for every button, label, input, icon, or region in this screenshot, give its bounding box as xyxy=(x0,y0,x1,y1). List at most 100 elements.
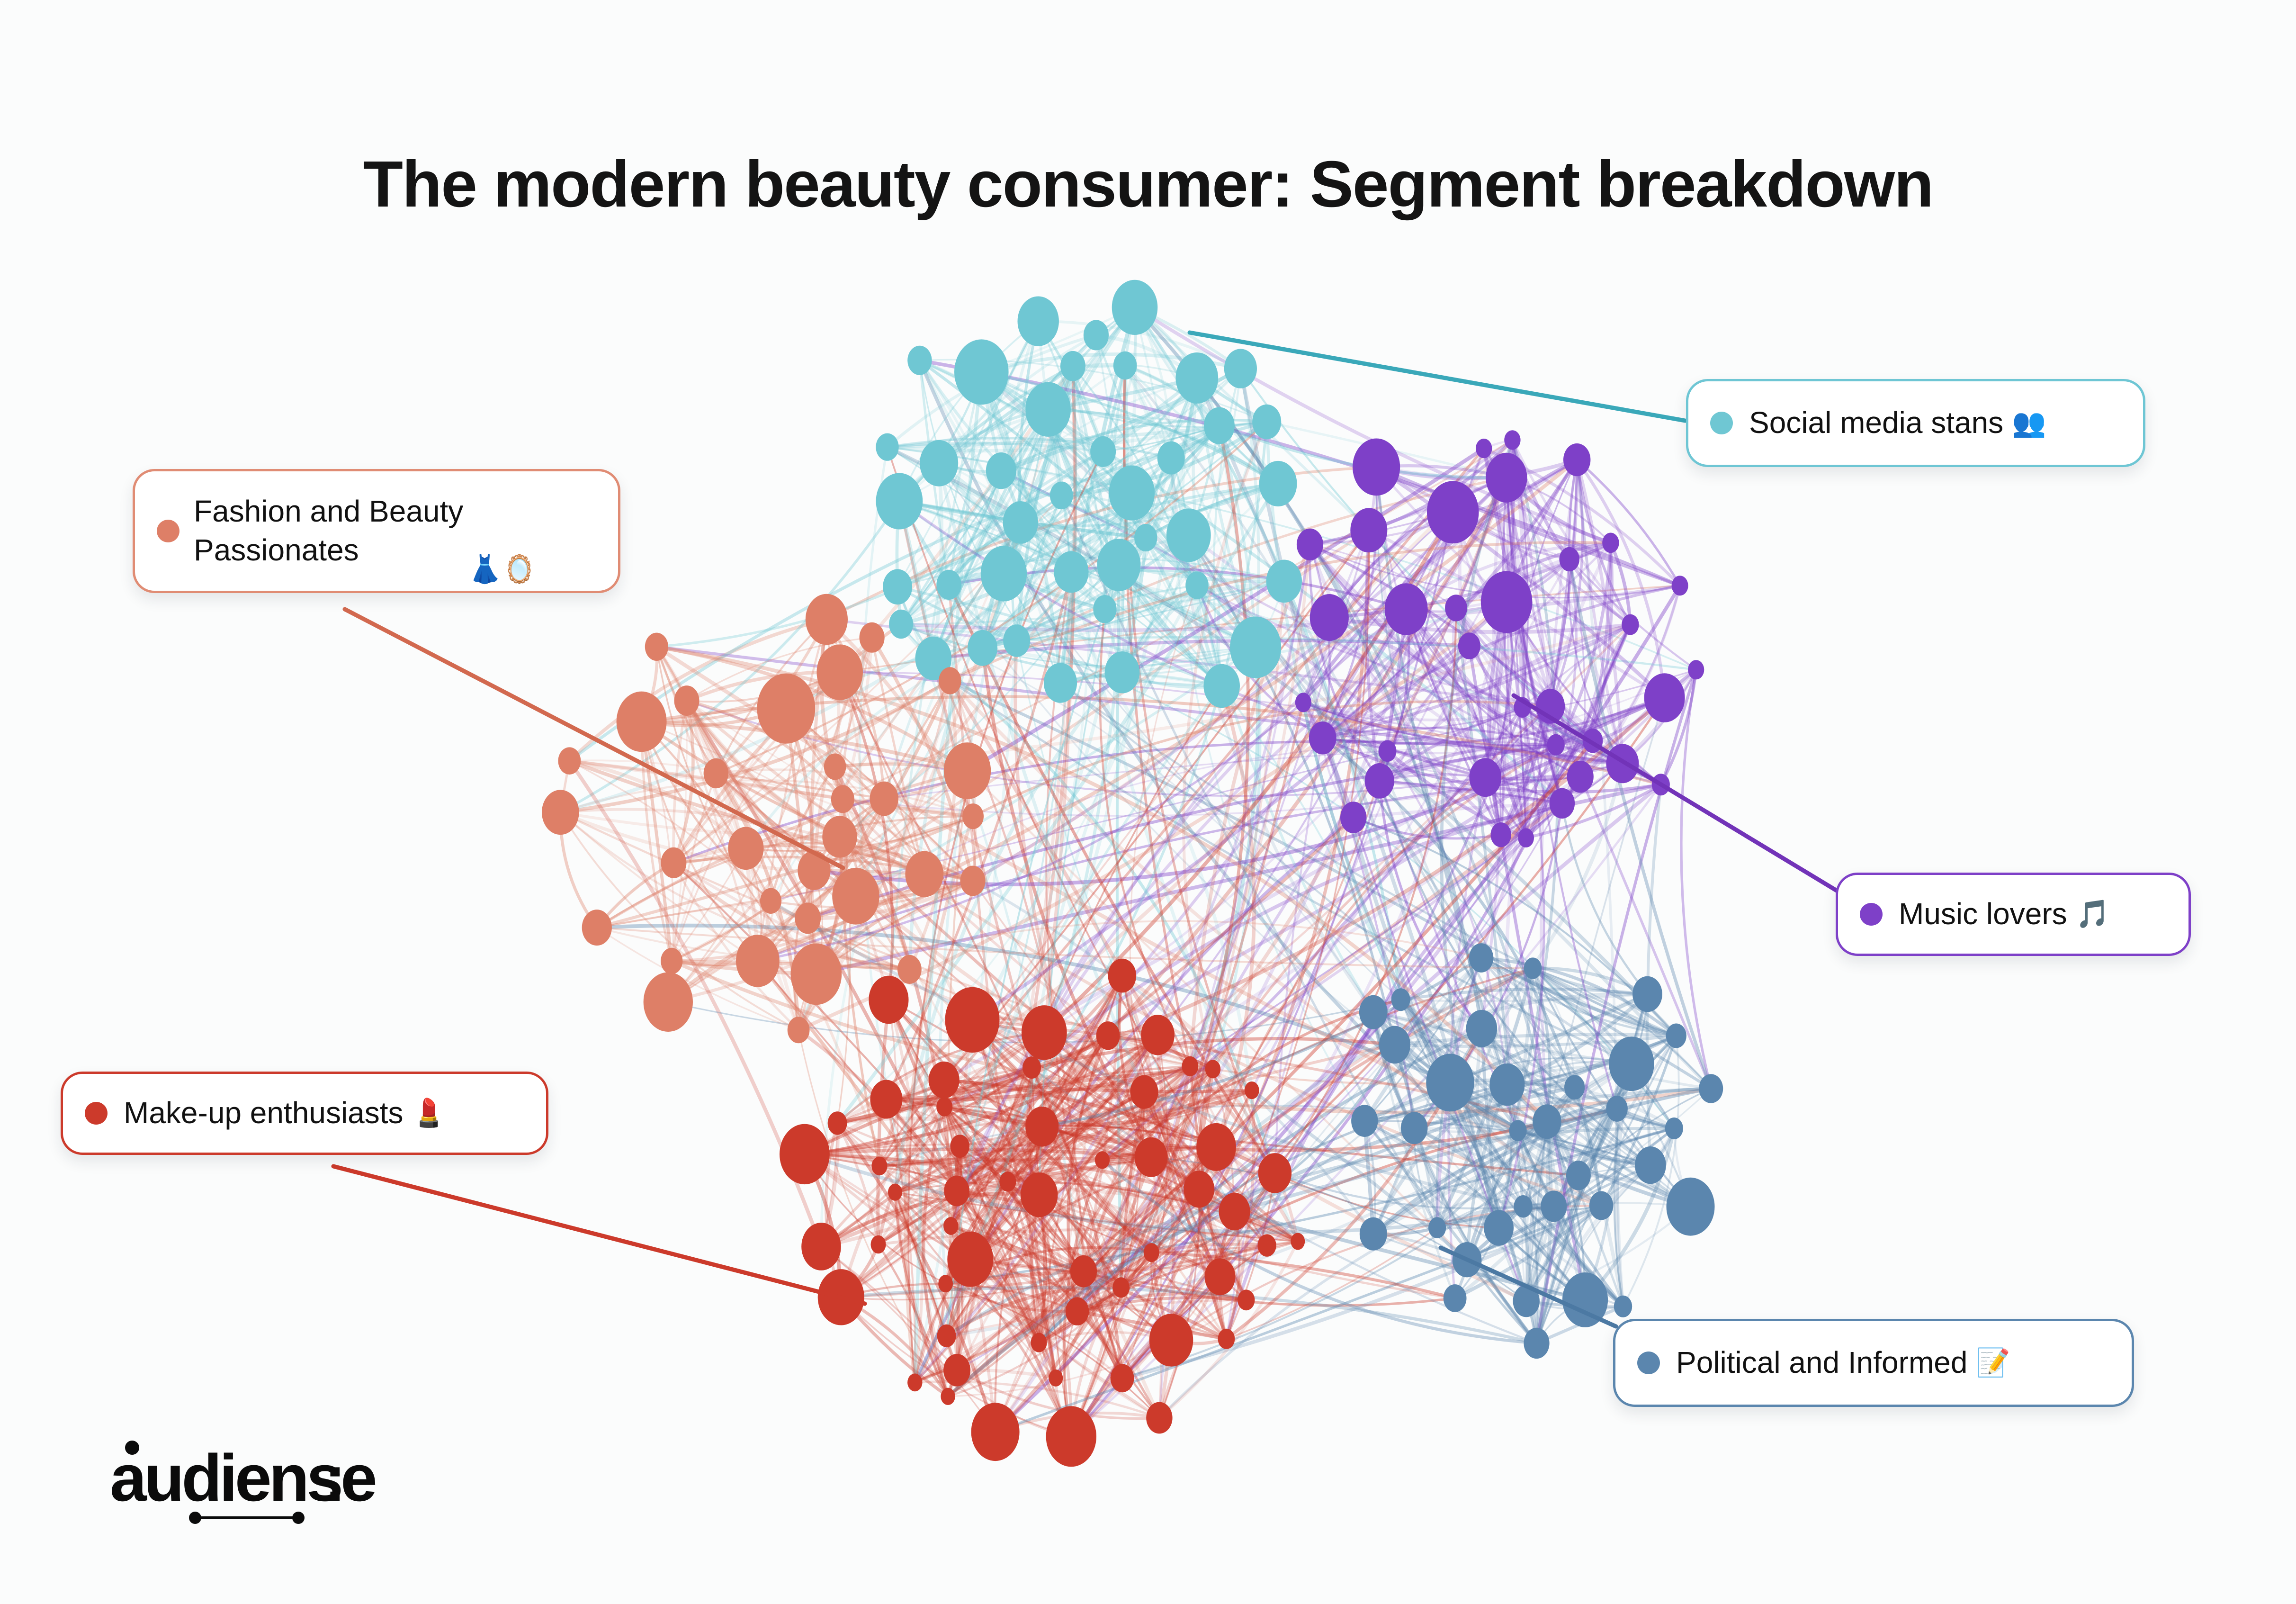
graph-node[interactable] xyxy=(971,1403,1020,1461)
graph-node[interactable] xyxy=(876,473,923,530)
graph-node[interactable] xyxy=(907,1373,923,1392)
graph-node[interactable] xyxy=(645,632,668,661)
graph-node[interactable] xyxy=(1203,407,1235,444)
graph-node[interactable] xyxy=(1378,740,1397,762)
graph-node[interactable] xyxy=(968,630,998,666)
graph-node[interactable] xyxy=(1022,1056,1041,1079)
graph-node[interactable] xyxy=(1632,976,1662,1012)
graph-node[interactable] xyxy=(1113,351,1137,380)
graph-node[interactable] xyxy=(1166,508,1211,562)
graph-node[interactable] xyxy=(1445,595,1467,622)
graph-node[interactable] xyxy=(1043,663,1077,703)
graph-node[interactable] xyxy=(1426,481,1479,544)
graph-node[interactable] xyxy=(1046,1406,1096,1467)
graph-node[interactable] xyxy=(1666,1023,1686,1048)
graph-node[interactable] xyxy=(1469,758,1502,797)
graph-node[interactable] xyxy=(1203,664,1240,708)
graph-node[interactable] xyxy=(876,433,899,461)
graph-node[interactable] xyxy=(1259,460,1297,507)
graph-node[interactable] xyxy=(1379,1026,1411,1064)
graph-node[interactable] xyxy=(1359,995,1388,1029)
graph-node[interactable] xyxy=(1309,721,1336,755)
graph-node[interactable] xyxy=(905,851,943,897)
graph-node[interactable] xyxy=(907,345,932,375)
graph-node[interactable] xyxy=(805,594,848,645)
graph-node[interactable] xyxy=(1070,1255,1097,1288)
graph-node[interactable] xyxy=(1112,279,1158,335)
graph-node[interactable] xyxy=(1031,1333,1047,1352)
graph-node[interactable] xyxy=(986,452,1016,489)
graph-node[interactable] xyxy=(1185,571,1209,599)
graph-node[interactable] xyxy=(1489,1063,1525,1106)
graph-node[interactable] xyxy=(1258,1153,1292,1193)
graph-node[interactable] xyxy=(790,943,842,1005)
graph-node[interactable] xyxy=(1484,1210,1514,1246)
graph-node[interactable] xyxy=(1230,616,1282,678)
graph-node[interactable] xyxy=(1112,1277,1130,1298)
graph-node[interactable] xyxy=(1635,1146,1666,1184)
graph-node[interactable] xyxy=(582,910,612,946)
graph-node[interactable] xyxy=(1452,1242,1482,1278)
graph-node[interactable] xyxy=(943,1217,959,1235)
graph-node[interactable] xyxy=(1252,404,1282,440)
legend-callout-make-up-enthusiasts[interactable]: Make-up enthusiasts 💄 xyxy=(61,1072,548,1155)
graph-node[interactable] xyxy=(1296,528,1323,561)
graph-node[interactable] xyxy=(1359,1217,1387,1251)
graph-node[interactable] xyxy=(939,667,961,694)
graph-node[interactable] xyxy=(936,1097,953,1117)
graph-node[interactable] xyxy=(822,816,857,858)
legend-callout-social-media-stans[interactable]: Social media stans 👥 xyxy=(1686,379,2145,467)
graph-node[interactable] xyxy=(1533,1104,1561,1139)
graph-node[interactable] xyxy=(937,1324,956,1347)
graph-node[interactable] xyxy=(1108,958,1137,993)
graph-node[interactable] xyxy=(1182,1056,1199,1076)
graph-node[interactable] xyxy=(1266,559,1302,603)
graph-node[interactable] xyxy=(1049,1369,1063,1387)
graph-node[interactable] xyxy=(1238,1289,1255,1311)
graph-node[interactable] xyxy=(643,972,693,1032)
graph-node[interactable] xyxy=(1513,1285,1540,1317)
graph-node[interactable] xyxy=(1049,481,1073,510)
graph-node[interactable] xyxy=(542,790,579,835)
graph-node[interactable] xyxy=(703,758,729,789)
graph-node[interactable] xyxy=(1666,1177,1715,1236)
graph-node[interactable] xyxy=(1219,1192,1250,1231)
graph-node[interactable] xyxy=(1589,1191,1614,1220)
graph-node[interactable] xyxy=(1622,614,1639,635)
graph-node[interactable] xyxy=(736,935,780,987)
graph-node[interactable] xyxy=(870,1080,903,1119)
graph-node[interactable] xyxy=(870,781,898,816)
graph-node[interactable] xyxy=(798,850,831,890)
graph-node[interactable] xyxy=(1109,465,1155,521)
graph-node[interactable] xyxy=(824,753,846,780)
graph-node[interactable] xyxy=(888,1183,902,1201)
graph-node[interactable] xyxy=(883,569,913,605)
graph-node[interactable] xyxy=(1536,689,1565,724)
graph-node[interactable] xyxy=(795,902,821,934)
graph-node[interactable] xyxy=(897,955,922,984)
graph-node[interactable] xyxy=(661,947,683,974)
graph-node[interactable] xyxy=(1218,1328,1235,1349)
graph-node[interactable] xyxy=(1017,296,1059,346)
graph-node[interactable] xyxy=(1224,349,1257,388)
graph-node[interactable] xyxy=(1364,763,1394,799)
graph-node[interactable] xyxy=(1609,1036,1654,1091)
graph-node[interactable] xyxy=(1175,352,1219,404)
graph-node[interactable] xyxy=(1340,802,1367,833)
graph-node[interactable] xyxy=(1688,660,1704,680)
graph-node[interactable] xyxy=(871,1156,888,1176)
graph-node[interactable] xyxy=(1524,1327,1550,1359)
legend-callout-fashion-and-beauty-passionates[interactable]: Fashion and Beauty Passionates 👗🪞 xyxy=(133,469,620,593)
graph-node[interactable] xyxy=(1469,943,1494,973)
graph-node[interactable] xyxy=(1025,382,1071,437)
graph-node[interactable] xyxy=(1567,760,1594,793)
graph-node[interactable] xyxy=(1054,551,1089,593)
graph-node[interactable] xyxy=(944,1175,970,1207)
graph-node[interactable] xyxy=(1602,532,1619,553)
graph-node[interactable] xyxy=(1196,1123,1236,1171)
graph-node[interactable] xyxy=(1184,1171,1215,1208)
graph-node[interactable] xyxy=(1094,1151,1110,1169)
graph-node[interactable] xyxy=(920,440,959,487)
graph-node[interactable] xyxy=(1490,822,1511,847)
legend-callout-music-lovers[interactable]: Music lovers 🎵 xyxy=(1836,873,2191,956)
